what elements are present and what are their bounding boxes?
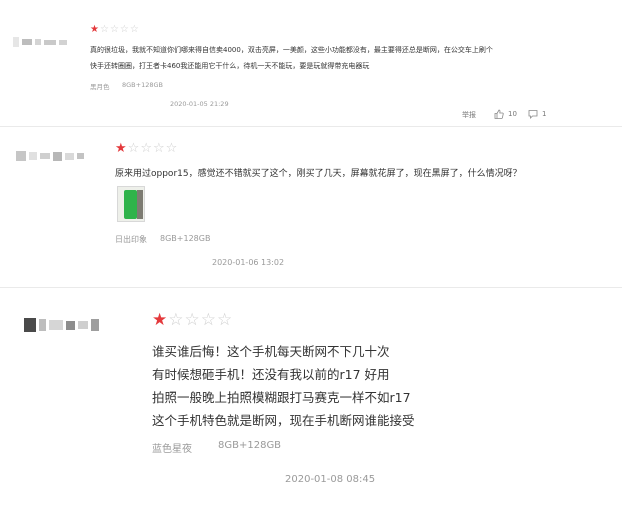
- star-empty-icon: ☆: [217, 310, 233, 330]
- rating-stars: ★ ☆ ☆ ☆ ☆: [115, 142, 177, 155]
- review-text-line: 有时候想砸手机！还没有我以前的r17 好用: [152, 367, 390, 382]
- report-label: 举报: [462, 111, 476, 119]
- star-empty-icon: ☆: [165, 141, 178, 156]
- review-card: ★ ☆ ☆ ☆ ☆ 原来用过oppor15，感觉还不错就买了这个，刚买了几天，屏…: [0, 127, 622, 287]
- star-empty-icon: ☆: [129, 24, 139, 35]
- star-empty-icon: ☆: [109, 24, 119, 35]
- report-button[interactable]: 举报: [462, 110, 476, 120]
- review-text-line: 真的很垃圾，我就不知道你们哪来得自信卖4000，双击亮屏，一美颜，这些小功能都没…: [90, 46, 493, 54]
- star-empty-icon: ☆: [127, 141, 140, 156]
- review-date: 2020-01-06 13:02: [212, 258, 285, 267]
- thumbs-up-icon: [494, 109, 504, 119]
- phone-screen-image: [124, 190, 137, 219]
- review-text-line: 谁买谁后悔！这个手机每天断网不下几十次: [152, 344, 390, 359]
- avatar[interactable]: [13, 37, 67, 47]
- product-spec: 8GB+128GB: [160, 234, 211, 243]
- star-empty-icon: ☆: [200, 310, 216, 330]
- review-date: 2020-01-08 08:45: [285, 474, 376, 485]
- star-empty-icon: ☆: [184, 310, 200, 330]
- review-photo[interactable]: [117, 186, 145, 222]
- rating-stars: ★ ☆ ☆ ☆ ☆: [90, 25, 139, 35]
- product-spec: 8GB+128GB: [218, 440, 282, 451]
- reply-count: 1: [542, 110, 547, 118]
- star-filled-icon: ★: [152, 310, 168, 330]
- avatar[interactable]: [16, 151, 84, 161]
- review-text-line: 快手还转圈圈，打王者卡460我还能用它干什么，待机一天不能玩，要是玩就得带充电器…: [90, 62, 370, 70]
- review-card: ★ ☆ ☆ ☆ ☆ 真的很垃圾，我就不知道你们哪来得自信卖4000，双击亮屏，一…: [0, 0, 622, 125]
- star-empty-icon: ☆: [140, 141, 152, 156]
- reply-button[interactable]: 1: [528, 109, 546, 119]
- star-filled-icon: ★: [115, 141, 127, 156]
- product-color: 日出印象: [115, 235, 147, 244]
- like-count: 10: [508, 110, 517, 118]
- review-text-line: 这个手机特色就是断网，现在手机断网谁能接受: [152, 413, 415, 428]
- star-filled-icon: ★: [90, 24, 99, 35]
- review-card: ★ ☆ ☆ ☆ ☆ 谁买谁后悔！这个手机每天断网不下几十次 有时候想砸手机！还没…: [0, 288, 622, 510]
- product-color: 蓝色星夜: [152, 444, 192, 455]
- rating-stars: ★ ☆ ☆ ☆ ☆: [152, 312, 232, 329]
- comment-icon: [528, 109, 538, 119]
- product-color: 黑月色: [90, 83, 110, 91]
- review-text-line: 原来用过oppor15，感觉还不错就买了这个，刚买了几天，屏幕就花屏了，现在黑屏…: [115, 169, 522, 179]
- star-empty-icon: ☆: [119, 24, 129, 35]
- product-spec: 8GB+128GB: [122, 81, 163, 89]
- star-empty-icon: ☆: [152, 141, 165, 156]
- avatar[interactable]: [24, 318, 99, 332]
- star-empty-icon: ☆: [99, 24, 109, 35]
- review-text-line: 拍照一般晚上拍照模糊跟打马赛克一样不如r17: [152, 390, 411, 405]
- phone-frame-image: [137, 190, 143, 219]
- review-date: 2020-01-05 21:29: [170, 100, 229, 108]
- like-button[interactable]: 10: [494, 109, 517, 119]
- star-empty-icon: ☆: [168, 310, 184, 330]
